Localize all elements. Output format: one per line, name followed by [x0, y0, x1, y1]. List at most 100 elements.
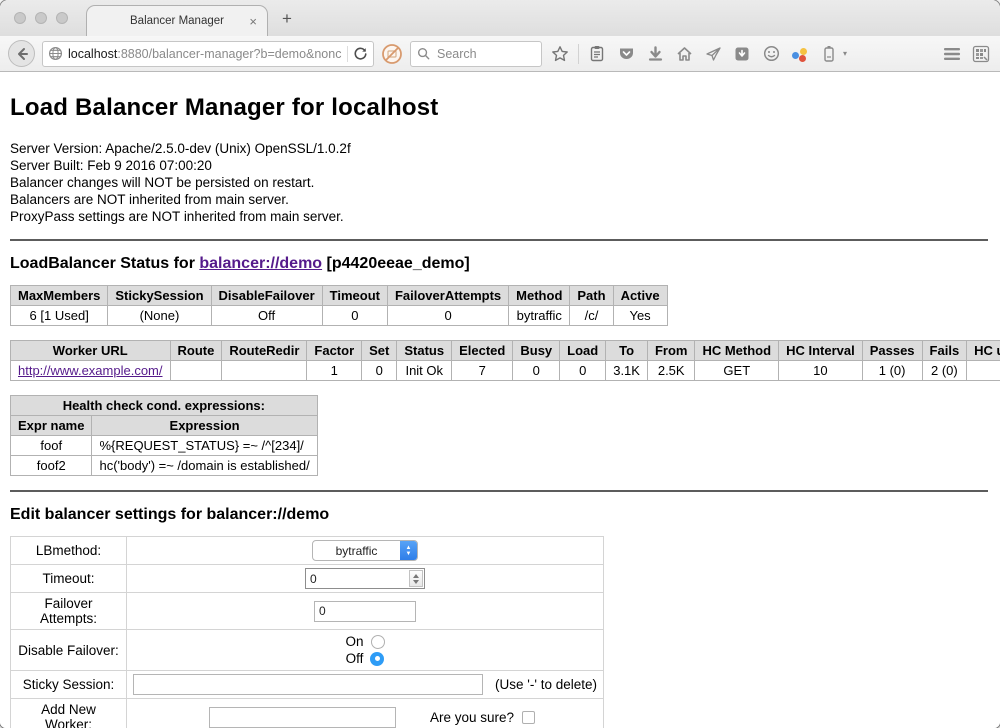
worker-url-link[interactable]: http://www.example.com/ [18, 363, 163, 378]
new-tab-button[interactable]: + [282, 10, 292, 27]
cell-expression: %{REQUEST_STATUS} =~ /^[234]/ [92, 436, 317, 456]
col-active: Active [613, 286, 667, 306]
col-route: Route [170, 341, 222, 361]
pocket-icon[interactable] [615, 41, 637, 67]
timeout-input[interactable]: 0 [305, 568, 425, 589]
sticky-session-hint: (Use '-' to delete) [495, 677, 597, 692]
lbmethod-cell: bytraffic ▲▼ [127, 537, 604, 565]
search-bar[interactable] [410, 41, 542, 67]
cell-stickysession: (None) [108, 306, 211, 326]
reload-icon[interactable] [353, 46, 368, 61]
cell-load: 0 [560, 361, 606, 381]
url-text[interactable]: localhost:8880/balancer-manager?b=demo&n… [68, 47, 342, 61]
col-routeredir: RouteRedir [222, 341, 307, 361]
col-status: Status [397, 341, 452, 361]
worker-table: Worker URL Route RouteRedir Factor Set S… [10, 340, 1000, 381]
select-arrows-icon: ▲▼ [400, 540, 417, 561]
timeout-label: Timeout: [11, 565, 127, 593]
persist-notice-line: Balancer changes will NOT be persisted o… [10, 174, 988, 191]
bookmark-star-icon[interactable] [549, 41, 571, 67]
col-expression: Expression [92, 416, 317, 436]
radio-off[interactable] [370, 652, 384, 666]
loadbalancer-status-heading: LoadBalancer Status for balancer://demo … [10, 255, 988, 273]
extensions-grid-icon[interactable] [970, 41, 992, 67]
downloads-icon[interactable] [644, 41, 666, 67]
cell-set: 0 [362, 361, 397, 381]
lbmethod-row: LBmethod: bytraffic ▲▼ [11, 537, 604, 565]
cell-disablefailover: Off [211, 306, 322, 326]
table-header-row: MaxMembers StickySession DisableFailover… [11, 286, 668, 306]
clipboard-icon[interactable] [586, 41, 608, 67]
site-globe-icon [48, 46, 63, 61]
stepper-icon[interactable] [409, 570, 423, 587]
home-icon[interactable] [673, 41, 695, 67]
close-window-button[interactable] [14, 12, 26, 24]
minimize-window-button[interactable] [35, 12, 47, 24]
status-heading-suffix: [p4420eeae_demo] [322, 255, 470, 272]
divider [10, 239, 988, 241]
radio-on[interactable] [371, 635, 385, 649]
col-hc-interval: HC Interval [779, 341, 863, 361]
cell-maxmembers: 6 [1 Used] [11, 306, 108, 326]
failover-attempts-input[interactable]: 0 [314, 601, 416, 622]
status-heading-prefix: LoadBalancer Status for [10, 255, 199, 272]
col-busy: Busy [513, 341, 560, 361]
add-worker-input[interactable] [209, 707, 396, 728]
edit-balancer-form: LBmethod: bytraffic ▲▼ Timeout: 0 [10, 536, 604, 728]
sticky-session-cell: (Use '-' to delete) [127, 671, 604, 699]
chevron-down-icon[interactable]: ▾ [843, 49, 847, 58]
confirm-label: Are you sure? [430, 710, 514, 725]
radio-on-row: On [133, 633, 597, 650]
save-panel-icon[interactable] [731, 41, 753, 67]
page-content: Load Balancer Manager for localhost Serv… [0, 72, 1000, 728]
battery-extension-icon[interactable] [818, 41, 840, 67]
timeout-cell: 0 [127, 565, 604, 593]
table-row: 6 [1 Used] (None) Off 0 0 bytraffic /c/ … [11, 306, 668, 326]
search-icon [417, 47, 430, 60]
failover-cell: 0 [127, 593, 604, 630]
server-built-line: Server Built: Feb 9 2016 07:00:20 [10, 157, 988, 174]
col-passes: Passes [862, 341, 922, 361]
url-host: localhost [68, 47, 117, 61]
lbmethod-select[interactable]: bytraffic ▲▼ [312, 540, 418, 561]
url-bar[interactable]: localhost:8880/balancer-manager?b=demo&n… [42, 41, 374, 67]
tab-balancer-manager[interactable]: Balancer Manager × [86, 5, 268, 36]
server-version-line: Server Version: Apache/2.5.0-dev (Unix) … [10, 140, 988, 157]
feedback-smiley-icon[interactable] [760, 41, 782, 67]
confirm-checkbox[interactable] [522, 711, 535, 724]
table-title-row: Health check cond. expressions: [11, 396, 318, 416]
toolbar-separator [578, 44, 579, 64]
cell-expr-name: foof2 [11, 456, 92, 476]
add-worker-label: Add New Worker: [11, 699, 127, 728]
image-block-icon[interactable] [381, 43, 403, 65]
cell-factor: 1 [307, 361, 362, 381]
color-dots-icon[interactable] [789, 41, 811, 67]
sticky-session-input[interactable] [133, 674, 483, 695]
lbmethod-selected-value: bytraffic [313, 544, 400, 558]
cell-route [170, 361, 222, 381]
browser-window: Balancer Manager × + localhost:8880/bala… [0, 0, 1000, 728]
col-disablefailover: DisableFailover [211, 286, 322, 306]
health-table-title: Health check cond. expressions: [11, 396, 318, 416]
col-to: To [606, 341, 648, 361]
tab-close-icon[interactable]: × [249, 14, 257, 29]
sticky-session-row: Sticky Session: (Use '-' to delete) [11, 671, 604, 699]
cell-status: Init Ok [397, 361, 452, 381]
menu-icon[interactable] [941, 41, 963, 67]
cell-expr-name: foof [11, 436, 92, 456]
col-expr-name: Expr name [11, 416, 92, 436]
edit-balancer-heading: Edit balancer settings for balancer://de… [10, 506, 988, 524]
cell-fails: 2 (0) [922, 361, 967, 381]
add-worker-cell: Are you sure? [127, 699, 604, 728]
proxypass-notice-line: ProxyPass settings are NOT inherited fro… [10, 208, 988, 225]
balancer-demo-link[interactable]: balancer://demo [199, 255, 322, 272]
search-input[interactable] [435, 46, 525, 62]
failover-row: Failover Attempts: 0 [11, 593, 604, 630]
radio-off-row: Off [133, 650, 597, 667]
back-button[interactable] [8, 40, 35, 67]
url-path: :8880/balancer-manager?b=demo&nonce=decc… [117, 47, 342, 61]
col-path: Path [570, 286, 613, 306]
timeout-value: 0 [310, 572, 317, 586]
send-tab-icon[interactable] [702, 41, 724, 67]
zoom-window-button[interactable] [56, 12, 68, 24]
